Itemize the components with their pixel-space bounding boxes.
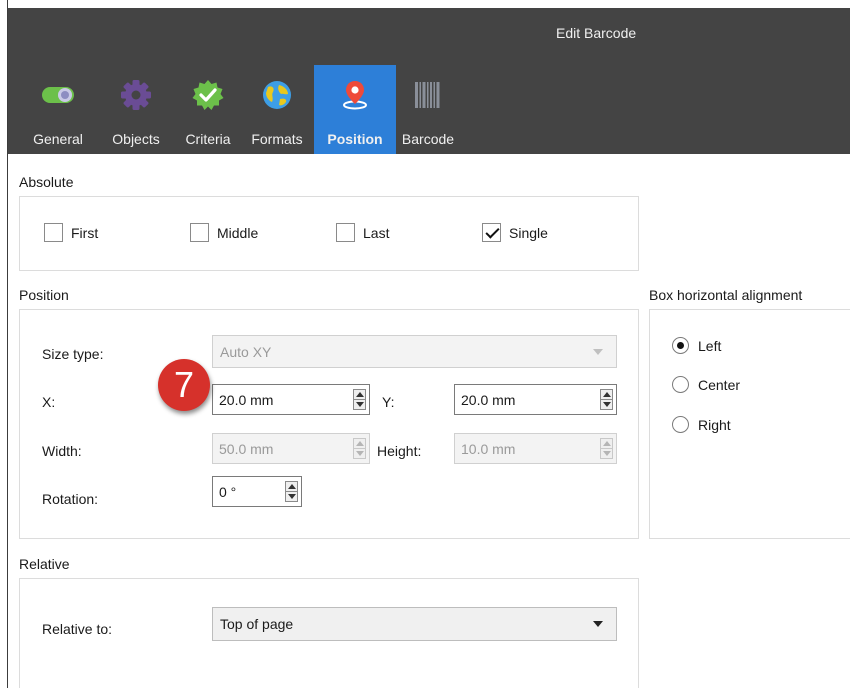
spin-up-icon xyxy=(356,392,364,397)
spin-down-icon xyxy=(603,451,611,456)
x-spinner-buttons[interactable] xyxy=(353,389,366,410)
position-group: Size type: Auto XY X: 20.0 mm Y: 20.0 mm… xyxy=(19,309,639,539)
single-checkbox-label: Single xyxy=(509,224,548,241)
right-radio-label: Right xyxy=(698,416,731,433)
spin-down-icon xyxy=(356,451,364,456)
check-badge-icon xyxy=(192,80,224,110)
center-radio[interactable]: Center xyxy=(672,376,740,393)
width-value: 50.0 mm xyxy=(219,441,274,457)
size-type-value: Auto XY xyxy=(220,344,272,360)
height-input[interactable]: 10.0 mm xyxy=(454,433,617,464)
absolute-group: First Middle Last Single xyxy=(19,196,639,271)
first-checkbox[interactable]: First xyxy=(44,223,98,242)
tab-position-label: Position xyxy=(327,131,383,147)
height-value: 10.0 mm xyxy=(461,441,516,457)
y-input[interactable]: 20.0 mm xyxy=(454,384,617,415)
right-radio-dot[interactable] xyxy=(672,416,689,433)
tab-formats[interactable]: Formats xyxy=(242,65,312,154)
rotation-label: Rotation: xyxy=(42,491,99,507)
tab-formats-label: Formats xyxy=(251,131,303,147)
spin-down-icon xyxy=(288,494,296,499)
location-pin-icon xyxy=(343,81,367,110)
middle-checkbox-label: Middle xyxy=(217,224,259,241)
left-radio[interactable]: Left xyxy=(672,337,721,354)
spin-down-icon xyxy=(603,402,611,407)
x-value: 20.0 mm xyxy=(219,392,274,408)
x-label: X: xyxy=(42,394,56,410)
height-label: Height: xyxy=(377,443,422,459)
y-label: Y: xyxy=(382,394,395,410)
x-input[interactable]: 20.0 mm xyxy=(212,384,370,415)
rotation-value: 0 ° xyxy=(219,484,237,500)
y-spinner-buttons[interactable] xyxy=(600,389,613,410)
header-bar: Edit Barcode General Objects Criteria Fo… xyxy=(8,8,850,154)
spin-up-icon xyxy=(603,392,611,397)
tab-barcode-label: Barcode xyxy=(401,131,455,147)
width-label: Width: xyxy=(42,443,82,459)
y-value: 20.0 mm xyxy=(461,392,516,408)
right-radio[interactable]: Right xyxy=(672,416,731,433)
barcode-icon xyxy=(415,82,440,108)
tab-general-label: General xyxy=(33,131,83,147)
left-radio-label: Left xyxy=(698,337,722,354)
width-input[interactable]: 50.0 mm xyxy=(212,433,370,464)
tab-objects[interactable]: Objects xyxy=(98,65,174,154)
width-spinner-buttons[interactable] xyxy=(353,438,366,459)
rotation-input[interactable]: 0 ° xyxy=(212,476,302,507)
rotation-spinner-buttons[interactable] xyxy=(285,481,298,502)
absolute-section-title: Absolute xyxy=(19,174,74,190)
relative-to-select[interactable]: Top of page xyxy=(212,607,617,641)
tab-criteria[interactable]: Criteria xyxy=(174,65,242,154)
last-checkbox[interactable]: Last xyxy=(336,223,389,242)
center-radio-dot[interactable] xyxy=(672,376,689,393)
first-checkbox-box[interactable] xyxy=(44,223,63,242)
single-checkbox[interactable]: Single xyxy=(482,223,548,242)
box-alignment-title: Box horizontal alignment xyxy=(649,287,803,303)
middle-checkbox[interactable]: Middle xyxy=(190,223,258,242)
tab-general[interactable]: General xyxy=(18,65,98,154)
spin-up-icon xyxy=(356,441,364,446)
middle-checkbox-box[interactable] xyxy=(190,223,209,242)
chevron-down-icon xyxy=(593,621,603,627)
left-radio-dot[interactable] xyxy=(672,337,689,354)
tab-barcode[interactable]: Barcode xyxy=(396,65,460,154)
box-alignment-group: Left Center Right xyxy=(649,309,850,539)
tab-objects-label: Objects xyxy=(112,131,160,147)
spin-up-icon xyxy=(603,441,611,446)
last-checkbox-box[interactable] xyxy=(336,223,355,242)
position-section-title: Position xyxy=(19,287,69,303)
first-checkbox-label: First xyxy=(71,224,99,241)
size-type-label: Size type: xyxy=(42,346,104,362)
globe-icon xyxy=(263,81,291,109)
relative-to-value: Top of page xyxy=(220,616,294,632)
size-type-select[interactable]: Auto XY xyxy=(212,335,617,368)
relative-to-label: Relative to: xyxy=(42,621,113,637)
gear-icon xyxy=(121,80,151,110)
tab-position[interactable]: Position xyxy=(314,65,396,154)
chevron-down-icon xyxy=(593,349,603,355)
callout-number-badge: 7 xyxy=(158,359,210,411)
last-checkbox-label: Last xyxy=(363,224,390,241)
single-checkbox-box[interactable] xyxy=(482,223,501,242)
center-radio-label: Center xyxy=(698,376,741,393)
tab-criteria-label: Criteria xyxy=(185,131,231,147)
relative-section-title: Relative xyxy=(19,556,70,572)
height-spinner-buttons[interactable] xyxy=(600,438,613,459)
window-title: Edit Barcode xyxy=(556,25,637,41)
toggle-switch-icon xyxy=(42,87,74,103)
relative-group: Relative to: Top of page xyxy=(19,578,639,688)
spin-up-icon xyxy=(288,484,296,489)
spin-down-icon xyxy=(356,402,364,407)
